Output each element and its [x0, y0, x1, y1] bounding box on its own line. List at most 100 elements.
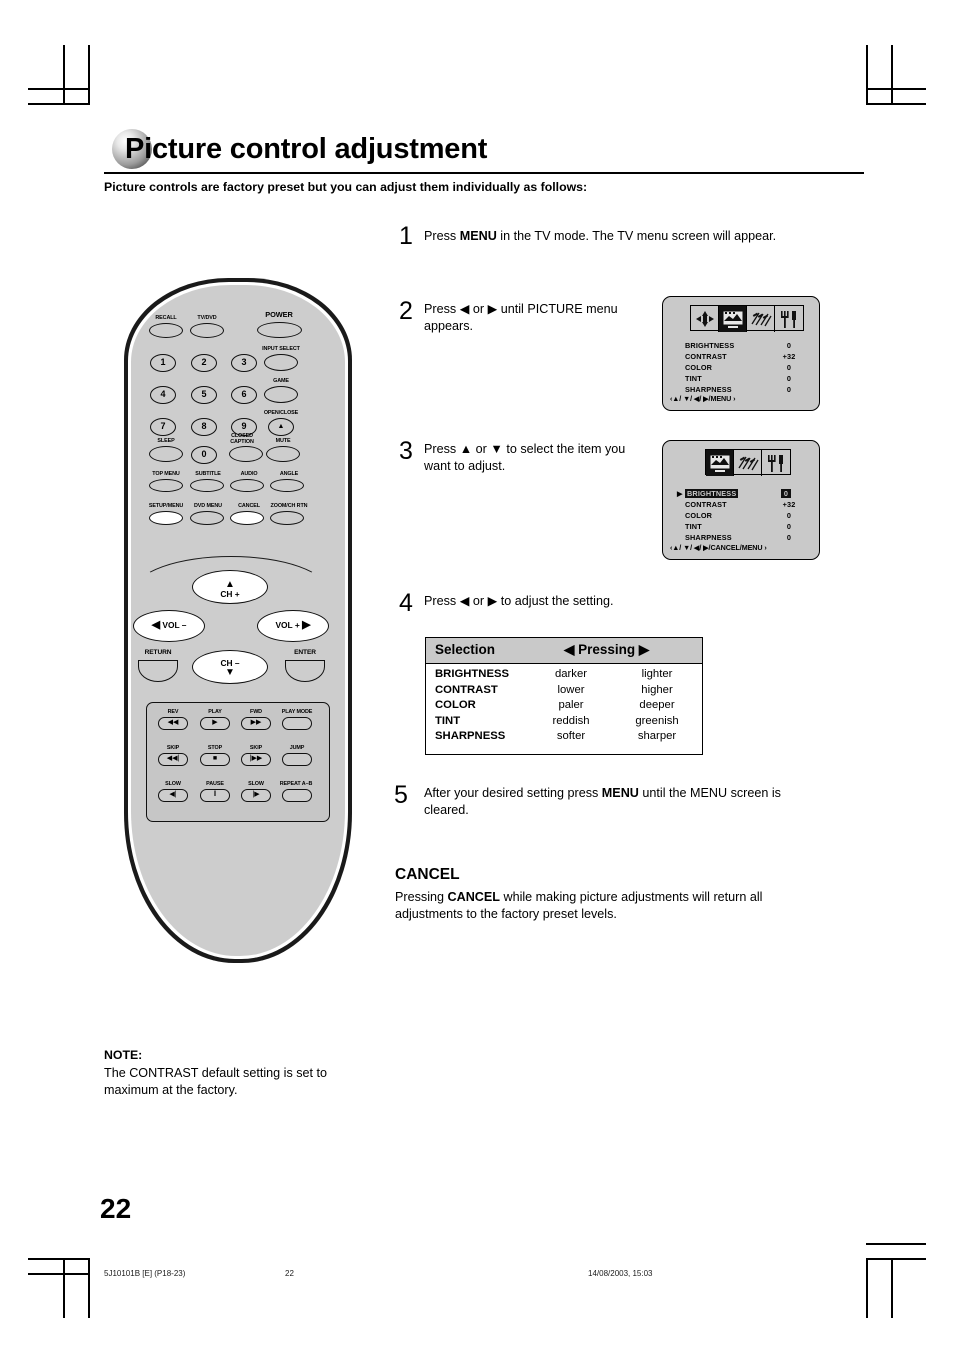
rev-button[interactable]: ◀◀ — [158, 717, 188, 730]
game-button[interactable] — [264, 386, 298, 403]
stop-label: STOP — [207, 745, 223, 751]
selection-table-header: Selection ◀ Pressing ▶ — [426, 638, 702, 664]
top-menu-button[interactable] — [149, 479, 183, 492]
osd1-value-sharpness: 0 — [786, 385, 792, 394]
crop-mark-bottom-left-vertical — [88, 1258, 90, 1318]
page-number: 22 — [100, 1193, 132, 1224]
channel-up-label: CH + — [220, 589, 240, 599]
repeat-ab-button[interactable] — [282, 789, 312, 802]
input-select-label: INPUT SELECT — [262, 346, 300, 352]
row-left-effect: softer — [556, 730, 586, 742]
remote-control-illustration: RECALL TV/DVD POWER 1 2 3 INPUT SELECT 4… — [124, 278, 352, 963]
power-label: POWER — [265, 310, 293, 319]
row-item: CONTRAST — [435, 683, 498, 696]
osd1-tab-picture[interactable] — [719, 306, 747, 332]
play-mode-button[interactable] — [282, 717, 312, 730]
row-left-effect: paler — [558, 699, 584, 711]
subtitle-button[interactable] — [190, 479, 224, 492]
note-body: The CONTRAST default setting is set to m… — [104, 1066, 328, 1097]
crop-mark-top-right-bleed-vertical — [891, 45, 893, 105]
cancel-section-heading: CANCEL — [395, 866, 460, 883]
osd2-tab-setup[interactable] — [762, 450, 790, 476]
skip-back-button[interactable]: ◀◀| — [158, 753, 188, 766]
keypad-1[interactable]: 1 — [150, 354, 176, 372]
row-right-effect: lighter — [641, 668, 673, 680]
keypad-7[interactable]: 7 — [150, 418, 176, 436]
zoom-ch-rtn-label: ZOOM/CH RTN — [270, 503, 308, 509]
down-arrow-icon: ▼ — [225, 667, 235, 678]
keypad-3[interactable]: 3 — [231, 354, 257, 372]
table-row: SHARPNESS softer sharper — [426, 730, 702, 746]
osd2-tab-strip — [705, 449, 791, 476]
step-3-number: 3 — [399, 437, 413, 465]
osd2-value-color: 0 — [786, 511, 792, 520]
slow-fwd-button[interactable]: |▶ — [241, 789, 271, 802]
jump-button[interactable] — [282, 753, 312, 766]
fwd-button[interactable]: ▶▶ — [241, 717, 271, 730]
crop-mark-top-right-vertical — [866, 45, 868, 105]
row-left-effect: lower — [557, 683, 585, 696]
cancel-button[interactable] — [230, 511, 264, 525]
crop-mark-top-left-bleed-horizontal — [28, 88, 88, 90]
pause-button[interactable]: ‖ — [200, 789, 230, 802]
crop-mark-bottom-left-bleed-vertical — [63, 1258, 65, 1318]
osd1-value-color: 0 — [786, 363, 792, 372]
angle-button[interactable] — [270, 479, 304, 492]
osd2-tab-audio[interactable] — [734, 450, 762, 476]
mute-button[interactable] — [266, 446, 300, 462]
setup-tools-icon — [781, 310, 796, 328]
zoom-ch-rtn-button[interactable] — [270, 511, 304, 525]
recall-button[interactable] — [149, 323, 183, 338]
stop-button[interactable]: ■ — [200, 753, 230, 766]
table-row: BRIGHTNESS darker lighter — [426, 668, 702, 684]
skip-fwd-button[interactable]: |▶▶ — [241, 753, 271, 766]
osd2-label-brightness: BRIGHTNESS — [685, 489, 739, 498]
volume-up-button[interactable]: VOL + ▶ — [257, 610, 329, 642]
osd1-tab-position-arrows[interactable] — [691, 306, 719, 332]
keypad-2[interactable]: 2 — [191, 354, 217, 372]
row-right-effect: deeper — [639, 699, 675, 711]
audio-notes-icon — [750, 312, 772, 326]
sleep-button[interactable] — [149, 446, 183, 462]
play-button[interactable]: ▶ — [200, 717, 230, 730]
keypad-0[interactable]: 0 — [191, 446, 217, 464]
keypad-8[interactable]: 8 — [191, 418, 217, 436]
angle-label: ANGLE — [279, 471, 299, 477]
step-5-text: After your desired setting press MENU un… — [424, 786, 781, 817]
channel-up-button[interactable]: ▲ CH + — [192, 570, 268, 604]
keypad-4[interactable]: 4 — [150, 386, 176, 404]
left-arrow-icon: ◀ — [151, 619, 161, 631]
open-close-button[interactable]: ▲ — [268, 418, 294, 436]
power-button[interactable] — [257, 322, 302, 338]
osd1-label-sharpness: SHARPNESS — [685, 385, 732, 394]
audio-button[interactable] — [230, 479, 264, 492]
osd-picture-menu-screen-1: BRIGHTNESS 0 CONTRAST +32 COLOR 0 TINT 0 SHA… — [662, 296, 820, 411]
step-5-number: 5 — [394, 781, 408, 809]
osd1-hint-text: ‹▲/ ▼/ ◀/ ▶/MENU › — [670, 394, 736, 403]
closed-caption-button[interactable] — [229, 446, 263, 462]
setup-menu-button[interactable] — [149, 511, 183, 525]
keypad-6[interactable]: 6 — [231, 386, 257, 404]
tv-dvd-button[interactable] — [190, 323, 224, 338]
volume-down-label: VOL – — [162, 620, 187, 630]
input-select-button[interactable] — [264, 354, 298, 371]
row-left-effect: darker — [554, 668, 588, 680]
sleep-label: SLEEP — [157, 438, 175, 444]
table-row: CONTRAST lower higher — [426, 684, 702, 700]
keypad-5[interactable]: 5 — [191, 386, 217, 404]
osd2-label-color: COLOR — [685, 511, 713, 520]
osd1-tab-audio[interactable] — [747, 306, 775, 332]
dvd-menu-button[interactable] — [190, 511, 224, 525]
fwd-label: FWD — [250, 709, 262, 715]
osd2-tab-picture[interactable] — [706, 450, 734, 476]
step-1-text: Press MENU in the TV mode. The TV menu s… — [424, 229, 777, 243]
channel-down-button[interactable]: CH – ▼ — [192, 650, 268, 684]
slow-back-button[interactable]: ◀| — [158, 789, 188, 802]
osd1-tab-setup[interactable] — [775, 306, 803, 332]
volume-down-button[interactable]: ◀ VOL – — [133, 610, 205, 642]
row-item: COLOR — [435, 699, 476, 711]
osd1-tab-strip — [690, 305, 804, 332]
step-4-text: Press ◀ or ▶ to adjust the setting. — [424, 594, 614, 608]
crop-mark-bottom-left-bleed-horizontal — [28, 1273, 88, 1275]
selection-pressing-table: Selection ◀ Pressing ▶ BRIGHTNESS darker… — [425, 637, 703, 755]
